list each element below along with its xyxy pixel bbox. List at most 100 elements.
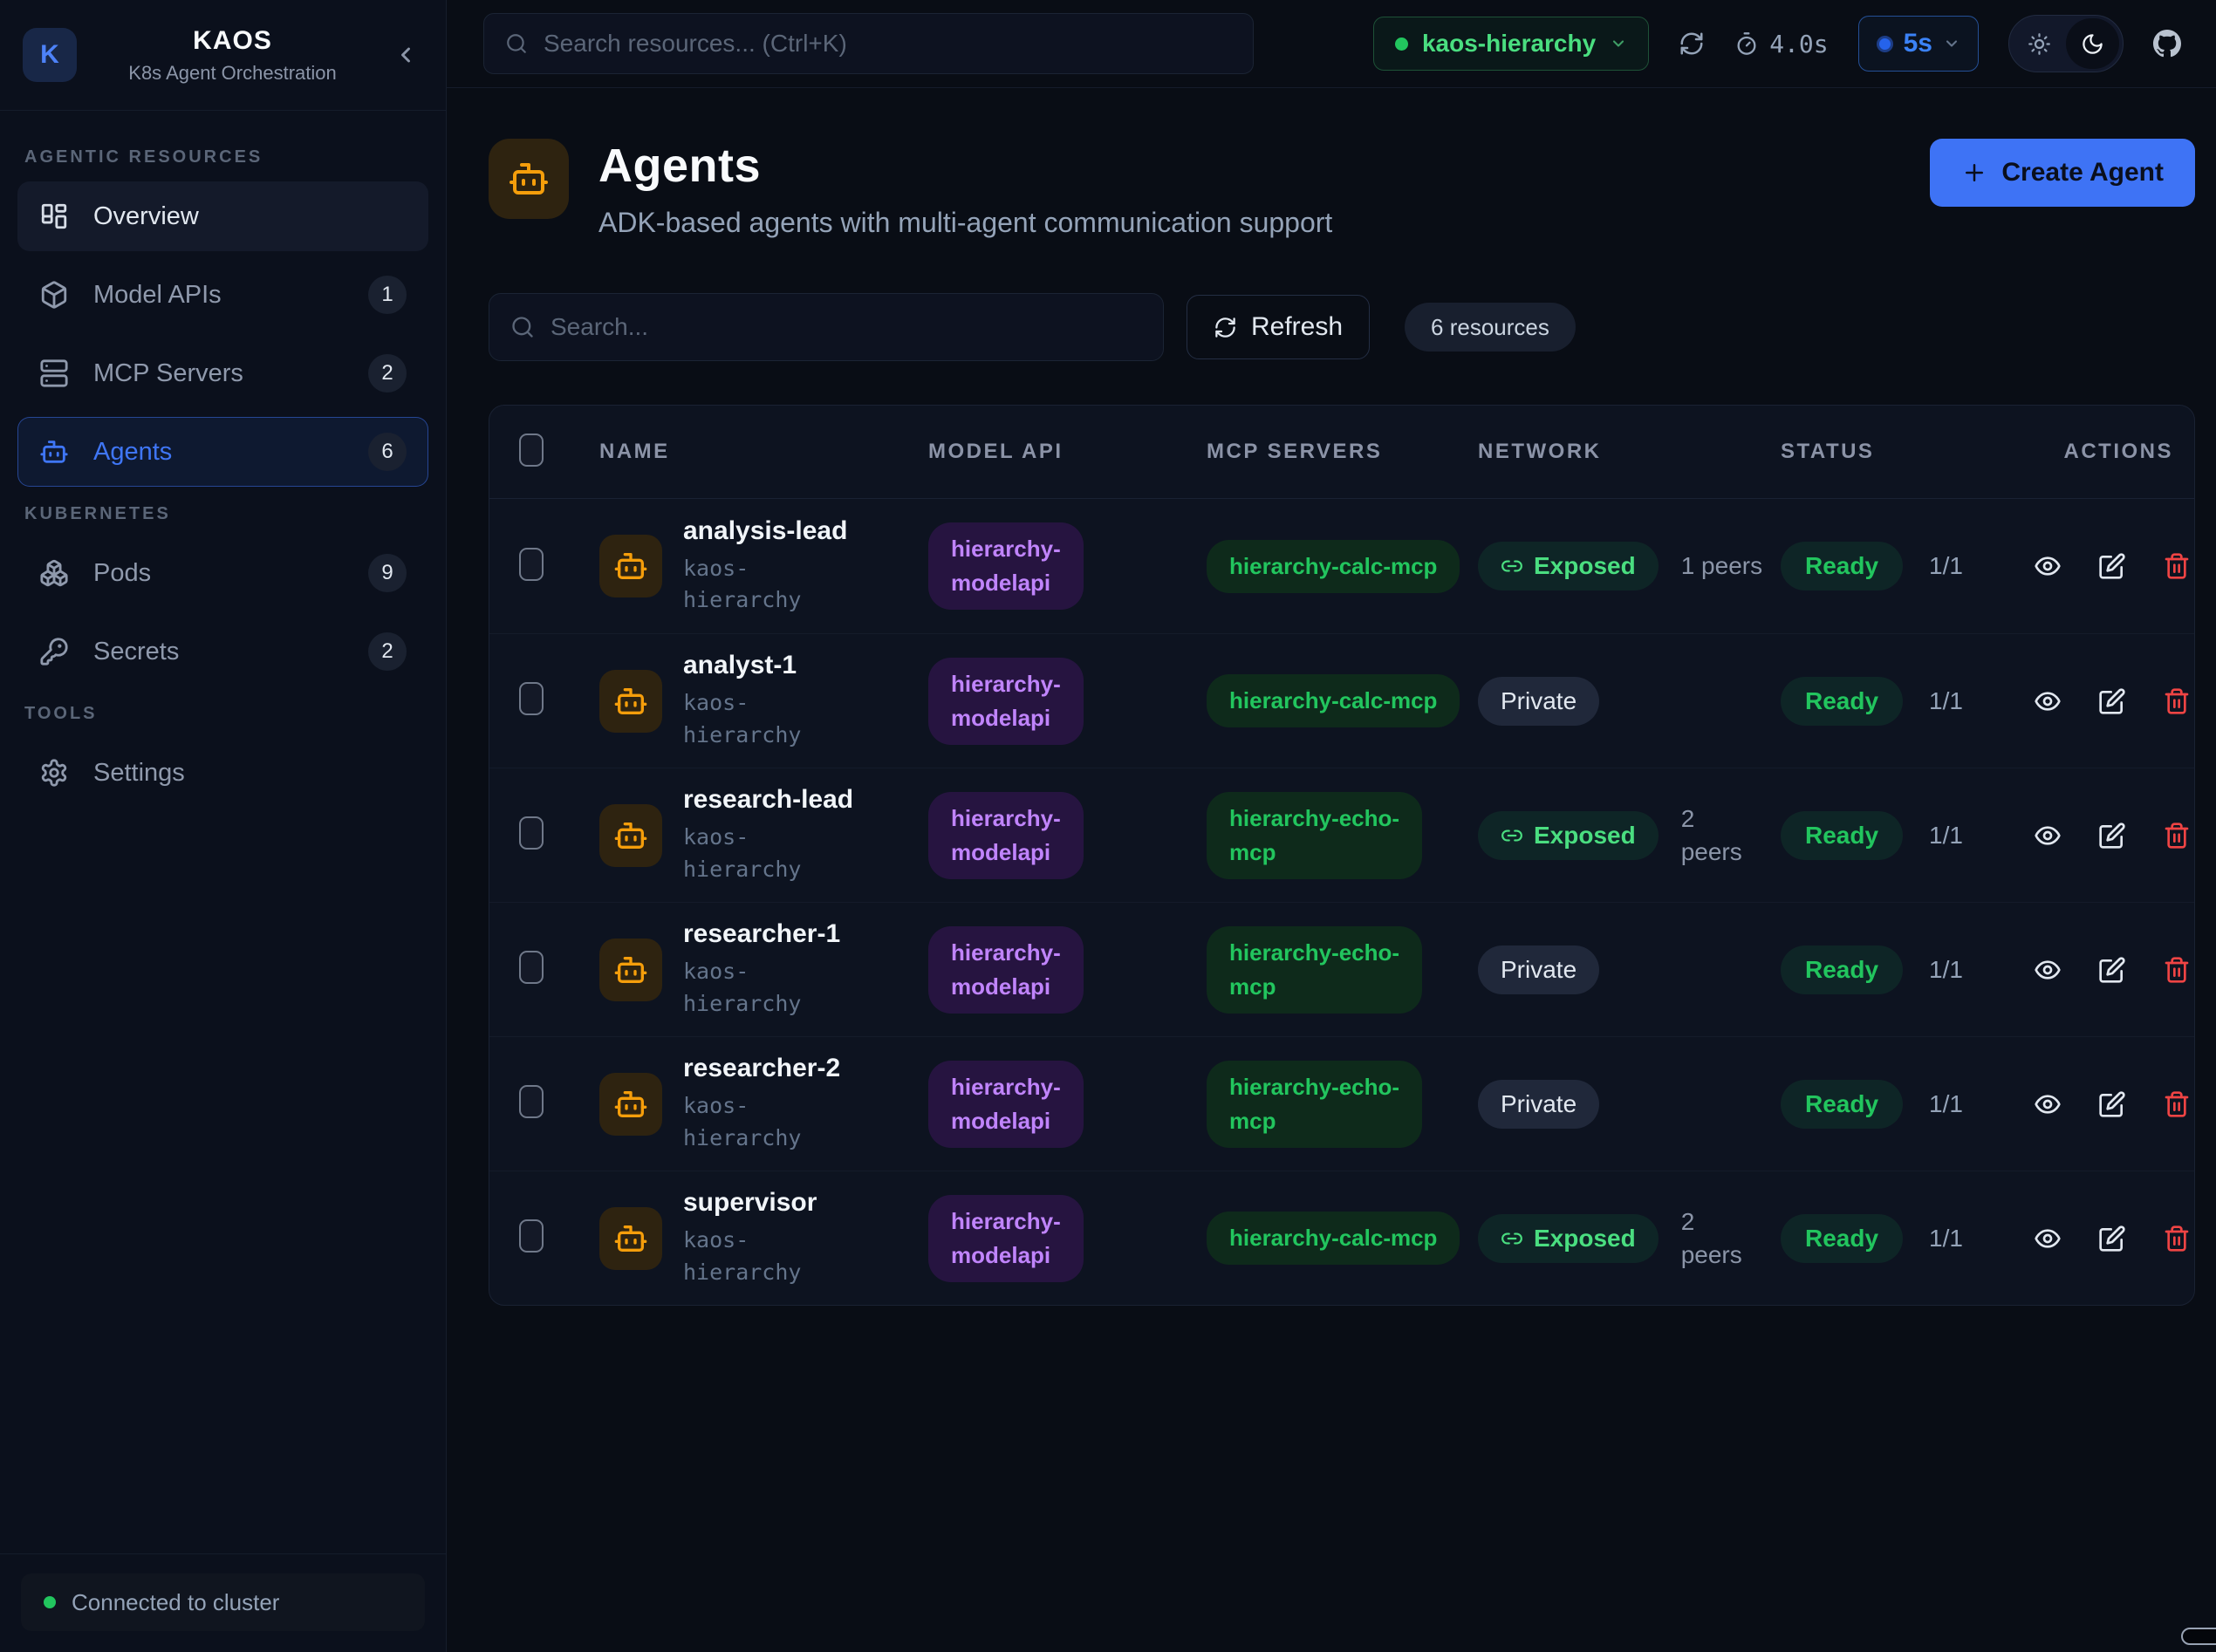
sidebar: K KAOS K8s Agent Orchestration AGENTIC R… xyxy=(0,0,447,1652)
model-api-badge: hierarchy- modelapi xyxy=(928,522,1084,610)
cluster-connection-status: Connected to cluster xyxy=(21,1573,425,1631)
interval-label: 5s xyxy=(1904,29,1932,58)
row-checkbox[interactable] xyxy=(519,1219,544,1253)
network-private-badge: Private xyxy=(1478,1080,1599,1129)
view-agent-button[interactable] xyxy=(2034,1090,2062,1118)
refresh-icon xyxy=(1679,31,1705,57)
delete-agent-button[interactable] xyxy=(2163,1225,2191,1253)
github-icon xyxy=(2153,30,2181,58)
sidebar-item-label: Agents xyxy=(93,438,344,467)
table-row[interactable]: researcher-1kaos- hierarchyhierarchy- mo… xyxy=(489,902,2194,1036)
view-agent-button[interactable] xyxy=(2034,687,2062,715)
create-agent-button[interactable]: Create Agent xyxy=(1930,139,2195,207)
delete-agent-button[interactable] xyxy=(2163,687,2191,715)
row-checkbox[interactable] xyxy=(519,1085,544,1118)
sidebar-item-mcp-servers[interactable]: MCP Servers2 xyxy=(17,338,428,408)
github-link[interactable] xyxy=(2153,30,2181,58)
agent-name: analyst-1 xyxy=(683,651,801,680)
key-icon xyxy=(39,637,69,666)
timer-icon xyxy=(1734,31,1759,56)
sidebar-item-agents[interactable]: Agents 6 xyxy=(17,417,428,487)
table-search-input[interactable] xyxy=(551,313,1142,341)
table-header-row: NAME MODEL API MCP SERVERS NETWORK STATU… xyxy=(489,406,2194,499)
sidebar-item-label: Settings xyxy=(93,759,407,788)
main-area: kaos-hierarchy 4.0s xyxy=(447,0,2216,1652)
global-search-input[interactable] xyxy=(544,30,1232,58)
bot-icon xyxy=(599,1073,662,1136)
model-api-badge: hierarchy- modelapi xyxy=(928,792,1084,879)
sidebar-section-label: TOOLS xyxy=(24,704,421,724)
delete-agent-button[interactable] xyxy=(2163,1090,2191,1118)
chevron-left-icon xyxy=(393,43,418,67)
horizontal-scrollbar[interactable] xyxy=(2181,1628,2216,1645)
namespace-selector[interactable]: kaos-hierarchy xyxy=(1373,17,1649,71)
app-title: KAOS xyxy=(77,26,388,56)
row-checkbox[interactable] xyxy=(519,951,544,984)
agent-namespace: kaos- hierarchy xyxy=(683,687,801,751)
bot-icon xyxy=(508,158,550,200)
sidebar-count-badge: 6 xyxy=(368,433,407,471)
light-theme-button[interactable] xyxy=(2013,18,2066,69)
select-all-checkbox[interactable] xyxy=(519,433,544,467)
row-checkbox[interactable] xyxy=(519,548,544,581)
link-icon xyxy=(1501,824,1523,847)
topbar: kaos-hierarchy 4.0s xyxy=(447,0,2216,88)
sidebar-header: K KAOS K8s Agent Orchestration xyxy=(0,0,446,111)
row-checkbox[interactable] xyxy=(519,682,544,715)
resource-count-badge: 6 resources xyxy=(1405,303,1576,352)
agent-name: researcher-2 xyxy=(683,1054,840,1083)
table-refresh-button[interactable]: Refresh xyxy=(1187,295,1370,359)
page-title-block: Agents ADK-based agents with multi-agent… xyxy=(598,139,1332,239)
refresh-label: Refresh xyxy=(1251,312,1343,342)
trash-icon xyxy=(2163,822,2191,850)
sidebar-item-secrets[interactable]: Secrets2 xyxy=(17,617,428,686)
sidebar-item-label: MCP Servers xyxy=(93,359,344,388)
edit-agent-button[interactable] xyxy=(2098,956,2126,984)
page-subtitle: ADK-based agents with multi-agent commun… xyxy=(598,207,1332,239)
edit-agent-button[interactable] xyxy=(2098,1090,2126,1118)
table-row[interactable]: analyst-1kaos- hierarchyhierarchy- model… xyxy=(489,633,2194,768)
status-badge: Ready xyxy=(1781,1214,1903,1263)
edit-icon xyxy=(2098,552,2126,580)
edit-agent-button[interactable] xyxy=(2098,552,2126,580)
delete-agent-button[interactable] xyxy=(2163,552,2191,580)
view-agent-button[interactable] xyxy=(2034,822,2062,850)
bot-icon xyxy=(599,939,662,1001)
bot-icon xyxy=(599,670,662,733)
delete-agent-button[interactable] xyxy=(2163,956,2191,984)
view-agent-button[interactable] xyxy=(2034,1225,2062,1253)
search-icon xyxy=(505,32,528,55)
dark-theme-button[interactable] xyxy=(2066,18,2119,69)
sidebar-item-settings[interactable]: Settings xyxy=(17,738,428,808)
agent-namespace: kaos- hierarchy xyxy=(683,956,840,1020)
app-title-block: KAOS K8s Agent Orchestration xyxy=(77,26,388,85)
edit-agent-button[interactable] xyxy=(2098,687,2126,715)
table-row[interactable]: supervisorkaos- hierarchyhierarchy- mode… xyxy=(489,1171,2194,1305)
agent-name: researcher-1 xyxy=(683,919,840,949)
view-agent-button[interactable] xyxy=(2034,956,2062,984)
refresh-icon xyxy=(1214,316,1237,339)
connection-status-text: Connected to cluster xyxy=(72,1589,279,1616)
sidebar-item-pods[interactable]: Pods9 xyxy=(17,538,428,608)
moon-icon xyxy=(2081,32,2104,56)
sidebar-item-model-apis[interactable]: Model APIs1 xyxy=(17,260,428,330)
delete-agent-button[interactable] xyxy=(2163,822,2191,850)
refresh-button[interactable] xyxy=(1679,31,1705,57)
peers-count: 2 peers xyxy=(1681,1205,1742,1272)
edit-agent-button[interactable] xyxy=(2098,1225,2126,1253)
edit-agent-button[interactable] xyxy=(2098,822,2126,850)
view-agent-button[interactable] xyxy=(2034,552,2062,580)
table-search xyxy=(489,293,1164,361)
table-row[interactable]: analysis-leadkaos- hierarchyhierarchy- m… xyxy=(489,499,2194,633)
table-row[interactable]: research-leadkaos- hierarchyhierarchy- m… xyxy=(489,768,2194,902)
row-checkbox[interactable] xyxy=(519,816,544,850)
mcp-server-badge: hierarchy-echo- mcp xyxy=(1207,792,1422,879)
poll-interval-selector[interactable]: 5s xyxy=(1858,16,1979,72)
sidebar-collapse-button[interactable] xyxy=(388,38,423,72)
network-private-badge: Private xyxy=(1478,945,1599,994)
network-private-badge: Private xyxy=(1478,677,1599,726)
table-row[interactable]: researcher-2kaos- hierarchyhierarchy- mo… xyxy=(489,1036,2194,1171)
eye-icon xyxy=(2034,822,2062,850)
model-api-badge: hierarchy- modelapi xyxy=(928,1061,1084,1148)
sidebar-item-overview[interactable]: Overview xyxy=(17,181,428,251)
